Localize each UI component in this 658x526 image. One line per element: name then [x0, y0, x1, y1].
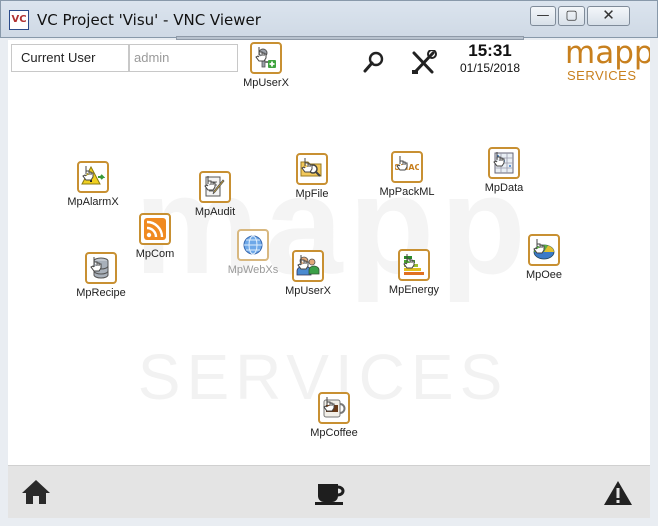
energy-bars-icon — [398, 249, 430, 281]
data-sheet-icon — [488, 147, 520, 179]
module-label: MpUserX — [285, 285, 331, 297]
module-label: MpEnergy — [388, 284, 440, 296]
hand-pointer-icon — [297, 255, 309, 270]
rss-icon — [139, 213, 171, 245]
module-mpalarmx[interactable]: ! MpAlarmX — [53, 161, 133, 208]
current-user-field: admin — [129, 44, 238, 72]
module-label: MpFile — [295, 188, 329, 200]
users-icon — [292, 250, 324, 282]
hand-pointer-icon — [204, 176, 216, 191]
hand-pointer-icon — [90, 257, 102, 272]
folder-search-icon — [296, 153, 328, 185]
module-mpuserx[interactable]: MpUserX — [268, 250, 348, 297]
module-mpdata[interactable]: MpData — [464, 147, 544, 194]
module-label: MpUserX — [243, 77, 289, 89]
module-label: MpRecipe — [76, 287, 126, 299]
module-mpuserx-login[interactable]: MpUserX — [226, 42, 306, 89]
footer-bar — [8, 465, 650, 518]
visu-client-area: mapp SERVICES Current User admin MpUserX — [8, 40, 650, 518]
coffee-cup-icon — [315, 484, 345, 505]
omac-icon: OMAC — [391, 151, 423, 183]
module-label: MpCoffee — [310, 427, 358, 439]
hand-pointer-icon — [403, 254, 415, 269]
hand-pointer-icon — [82, 166, 94, 181]
module-mpaudit[interactable]: MpAudit — [175, 171, 255, 218]
module-mpenergy[interactable]: MpEnergy — [374, 249, 454, 296]
module-label: MpAlarmX — [67, 196, 119, 208]
search-button[interactable] — [362, 50, 386, 81]
module-mppackml[interactable]: OMAC MpPackML — [367, 151, 447, 198]
clock-time: 15:31 — [468, 41, 512, 60]
module-mpfile[interactable]: MpFile — [272, 153, 352, 200]
module-label: MpData — [484, 182, 524, 194]
module-mprecipe[interactable]: MpRecipe — [61, 252, 141, 299]
window-titlebar[interactable]: VC VC Project 'Visu' - VNC Viewer — ▢ ✕ — [0, 0, 658, 38]
audit-document-icon — [199, 171, 231, 203]
hand-pointer-icon — [396, 156, 408, 171]
hand-pointer-icon — [323, 397, 335, 412]
wrench-screwdriver-icon — [412, 49, 437, 74]
coffee-button[interactable] — [313, 478, 349, 511]
hand-pointer-icon — [493, 152, 505, 167]
warning-button[interactable] — [603, 480, 633, 511]
hand-pointer-icon — [533, 239, 545, 254]
clock-date: 01/15/2018 — [459, 61, 521, 75]
warning-icon — [604, 481, 632, 505]
database-icon — [85, 252, 117, 284]
close-button[interactable]: ✕ — [587, 6, 630, 26]
mapp-logo: mapp — [565, 40, 650, 71]
window-title: VC Project 'Visu' - VNC Viewer — [37, 11, 261, 29]
module-label: MpPackML — [379, 186, 435, 198]
home-icon — [22, 480, 50, 504]
vnc-app-icon[interactable]: VC — [9, 10, 29, 30]
minimize-button[interactable]: — — [530, 6, 556, 26]
maximize-button[interactable]: ▢ — [558, 6, 585, 26]
mapp-logo-services: SERVICES — [567, 68, 637, 83]
current-user-label: Current User — [11, 44, 129, 72]
hand-pointer-icon — [255, 47, 267, 62]
settings-button[interactable] — [410, 49, 438, 81]
module-mpoee[interactable]: MpOee — [504, 234, 584, 281]
home-button[interactable] — [20, 478, 52, 511]
module-mpcoffee[interactable]: MpCoffee — [294, 392, 374, 439]
key-user-icon — [250, 42, 282, 74]
search-icon — [363, 51, 384, 73]
alarm-icon: ! — [77, 161, 109, 193]
oee-gauge-icon — [528, 234, 560, 266]
globe-icon — [237, 229, 269, 261]
module-label: MpOee — [525, 269, 563, 281]
coffee-mug-icon — [318, 392, 350, 424]
hand-pointer-icon — [301, 158, 313, 173]
